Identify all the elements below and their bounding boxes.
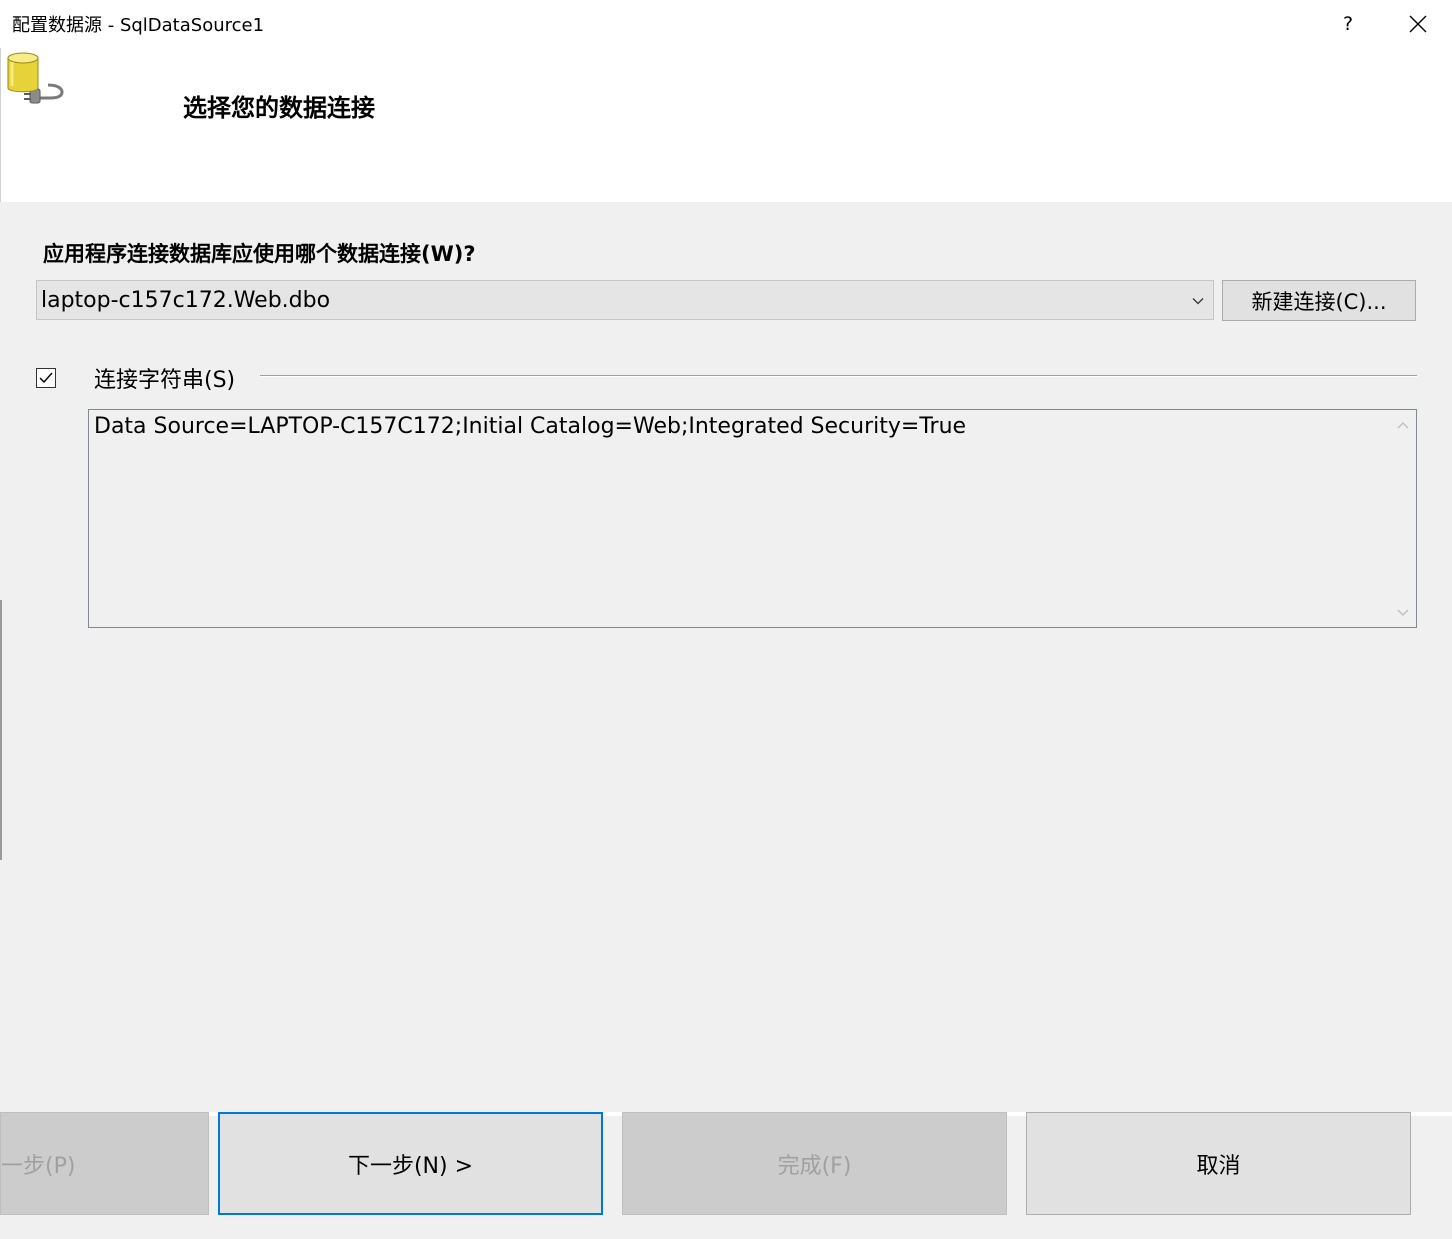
connection-string-label: 连接字符串(S) bbox=[94, 368, 236, 393]
scroll-up-icon[interactable] bbox=[1396, 420, 1410, 430]
close-icon bbox=[1409, 15, 1427, 33]
close-button[interactable] bbox=[1398, 4, 1438, 44]
connection-string-textbox[interactable]: Data Source=LAPTOP-C157C172;Initial Cata… bbox=[88, 409, 1417, 628]
previous-button[interactable]: 一步(P) bbox=[0, 1112, 209, 1215]
previous-button-label: 一步(P) bbox=[1, 1153, 76, 1179]
title-bar: 配置数据源 - SqlDataSource1 ? bbox=[0, 0, 1452, 48]
next-button[interactable]: 下一步(N) > bbox=[218, 1112, 603, 1215]
cancel-button-label: 取消 bbox=[1196, 1153, 1241, 1179]
database-plug-icon bbox=[4, 50, 66, 108]
connection-dropdown[interactable]: laptop-c157c172.Web.dbo bbox=[36, 280, 1214, 320]
connection-string-value: Data Source=LAPTOP-C157C172;Initial Cata… bbox=[94, 414, 967, 439]
scroll-down-icon[interactable] bbox=[1396, 608, 1410, 618]
connection-question-label: 应用程序连接数据库应使用哪个数据连接(W)? bbox=[43, 242, 476, 266]
next-button-label: 下一步(N) > bbox=[347, 1153, 474, 1179]
vertical-scrollbar[interactable] bbox=[1389, 410, 1416, 627]
finish-button-label: 完成(F) bbox=[777, 1153, 852, 1179]
check-icon bbox=[39, 372, 53, 384]
window-edge bbox=[0, 600, 2, 860]
group-divider bbox=[260, 375, 1417, 377]
bottom-margin bbox=[0, 1216, 1452, 1239]
new-connection-button[interactable]: 新建连接(C)... bbox=[1222, 280, 1416, 321]
finish-button[interactable]: 完成(F) bbox=[622, 1112, 1007, 1215]
page-title: 选择您的数据连接 bbox=[183, 94, 375, 122]
chevron-down-icon bbox=[1192, 298, 1204, 305]
connection-dropdown-value: laptop-c157c172.Web.dbo bbox=[41, 288, 331, 313]
window-title: 配置数据源 - SqlDataSource1 bbox=[12, 15, 265, 36]
wizard-header bbox=[0, 48, 1452, 202]
help-button[interactable]: ? bbox=[1328, 4, 1368, 44]
cancel-button[interactable]: 取消 bbox=[1026, 1112, 1411, 1215]
connection-string-checkbox[interactable] bbox=[36, 368, 56, 388]
